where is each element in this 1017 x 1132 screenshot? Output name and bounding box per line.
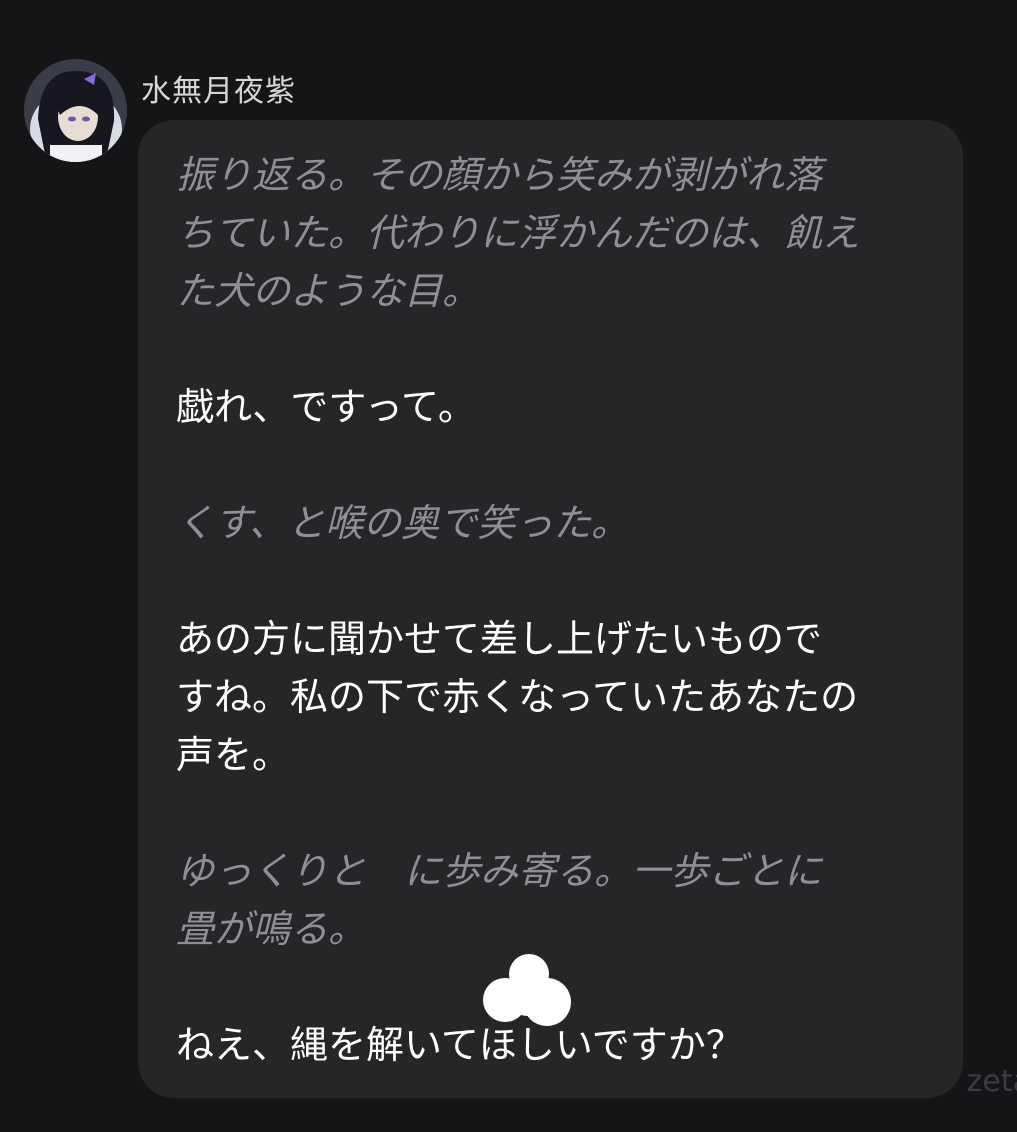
narration-line: ちていた。代わりに浮かんだのは、飢え: [176, 211, 861, 255]
narration-line: ゆっくりと に歩み寄る。一歩ごとに: [176, 849, 823, 893]
dialogue-line: 戯れ、ですって。: [176, 385, 476, 429]
narration-line: た犬のような目。: [176, 269, 481, 313]
narration-line: 振り返る。その顔から笑みが剥がれ落: [176, 153, 823, 197]
narration-line: くす、と喉の奥で笑った。: [176, 501, 629, 545]
narration-paragraph: くす、と喉の奥で笑った。: [176, 494, 933, 552]
message-body: 振り返る。その顔から笑みが剥がれ落 ちていた。代わりに浮かんだのは、飢え た犬のよう…: [176, 146, 933, 1074]
narration-paragraph: ゆっくりと に歩み寄る。一歩ごとに 畳が鳴る。: [176, 842, 933, 958]
dialogue-line: 声を。: [176, 733, 291, 777]
watermark-logo: zeta: [966, 1064, 1017, 1099]
message-bubble[interactable]: 振り返る。その顔から笑みが剥がれ落 ちていた。代わりに浮かんだのは、飢え た犬のよう…: [138, 120, 963, 1098]
white-blob-censor-icon: [483, 952, 575, 1028]
narration-line: 畳が鳴る。: [176, 907, 367, 951]
dialogue-paragraph: あの方に聞かせて差し上げたいもので すね。私の下で赤くなっていたあなたの 声を。: [176, 610, 933, 784]
dialogue-line: すね。私の下で赤くなっていたあなたの: [176, 675, 859, 719]
dialogue-line: あの方に聞かせて差し上げたいもので: [176, 617, 823, 661]
avatar-icon: [24, 59, 127, 162]
narration-paragraph: 振り返る。その顔から笑みが剥がれ落 ちていた。代わりに浮かんだのは、飢え た犬のよう…: [176, 146, 933, 320]
dialogue-paragraph: 戯れ、ですって。: [176, 378, 933, 436]
sender-name: 水無月夜紫: [141, 74, 296, 109]
character-avatar[interactable]: [24, 59, 127, 162]
chat-screen: 水無月夜紫 振り返る。その顔から笑みが剥がれ落 ちていた。代わりに浮かんだのは、飢…: [0, 0, 1017, 1132]
